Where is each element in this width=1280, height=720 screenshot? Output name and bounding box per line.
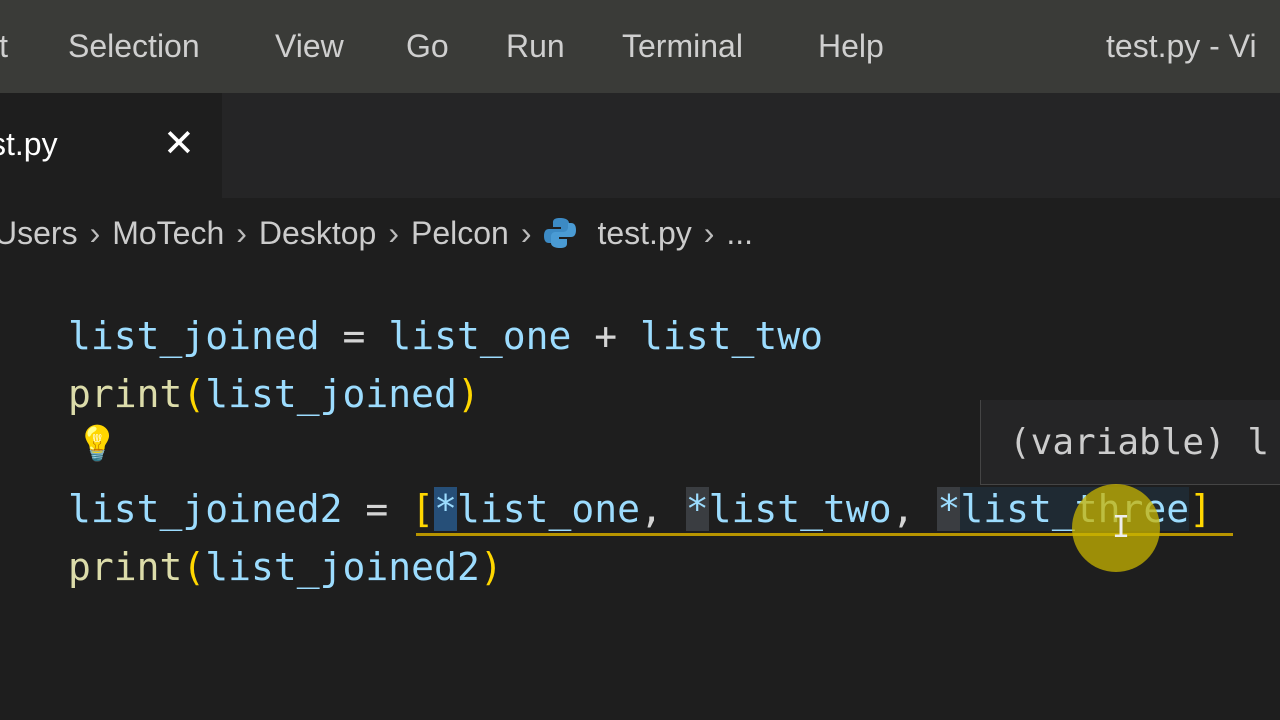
operator-highlighted: * <box>434 487 457 531</box>
code-line-5[interactable]: print(list_joined2) <box>68 545 503 589</box>
breadcrumb-pelcon[interactable]: Pelcon <box>411 215 509 252</box>
variable: list_two <box>639 314 824 358</box>
code-line-4[interactable]: list_joined2 = [*list_one, *list_two, *l… <box>68 487 1212 531</box>
variable: list_one <box>456 487 640 531</box>
chevron-right-icon: › <box>703 214 715 251</box>
breadcrumb: Users › MoTech › Desktop › Pelcon › test.py ›… <box>0 198 1280 268</box>
breadcrumb-users[interactable]: Users <box>0 215 78 252</box>
lightbulb-icon[interactable]: 💡 <box>76 424 118 464</box>
variable: list_joined <box>68 314 320 358</box>
breadcrumb-symbols[interactable]: ... <box>726 215 753 252</box>
variable: list_joined2 <box>205 545 480 589</box>
menu-help[interactable]: Help <box>818 28 884 65</box>
chevron-right-icon: › <box>388 214 399 251</box>
variable: list_one <box>388 314 572 358</box>
punctuation: , <box>640 487 686 531</box>
function-name: print <box>68 372 183 416</box>
hover-text: (variable) l <box>1009 422 1270 463</box>
menu-bar: it Selection View Go Run Terminal Help t… <box>0 0 1280 93</box>
bracket: ) <box>479 545 503 589</box>
chevron-right-icon: › <box>520 214 532 251</box>
tab-bar: st.py ✕ <box>0 93 1280 198</box>
hover-tooltip: (variable) l <box>980 400 1280 485</box>
variable: list_joined2 <box>68 487 343 531</box>
operator: = <box>319 314 389 358</box>
bracket: ] <box>1189 487 1213 531</box>
bracket: ( <box>182 545 206 589</box>
chevron-right-icon: › <box>89 214 101 251</box>
window-title: test.py - Vi <box>1106 28 1257 64</box>
tab-label: st.py <box>0 126 58 162</box>
tab-test-py[interactable]: st.py ✕ <box>0 93 222 198</box>
operator: + <box>571 314 640 358</box>
punctuation: , <box>891 487 938 531</box>
bracket: ) <box>456 372 480 416</box>
chevron-right-icon: › <box>236 214 247 251</box>
code-line-1[interactable]: list_joined = list_one + list_two <box>68 314 823 358</box>
menu-terminal[interactable]: Terminal <box>622 28 743 65</box>
menu-go[interactable]: Go <box>406 28 449 65</box>
operator-highlighted: * <box>685 487 709 531</box>
text-cursor-icon: I <box>1112 510 1131 545</box>
close-icon[interactable]: ✕ <box>163 121 195 165</box>
breadcrumb-desktop[interactable]: Desktop <box>259 215 376 252</box>
operator: = <box>342 487 412 531</box>
bracket: ( <box>182 372 206 416</box>
variable: list_two <box>708 487 892 531</box>
menu-run[interactable]: Run <box>506 28 565 65</box>
menu-selection[interactable]: Selection <box>68 28 200 65</box>
python-icon <box>543 216 577 250</box>
operator-highlighted: * <box>937 487 961 531</box>
function-name: print <box>68 545 183 589</box>
menu-view[interactable]: View <box>275 28 344 65</box>
variable: list_joined <box>205 372 457 416</box>
breadcrumb-motech[interactable]: MoTech <box>112 215 224 252</box>
code-line-2[interactable]: print(list_joined) <box>68 372 480 416</box>
breadcrumb-file[interactable]: test.py <box>597 215 691 252</box>
bracket: [ <box>411 487 435 531</box>
menu-edit[interactable]: it <box>0 28 8 65</box>
